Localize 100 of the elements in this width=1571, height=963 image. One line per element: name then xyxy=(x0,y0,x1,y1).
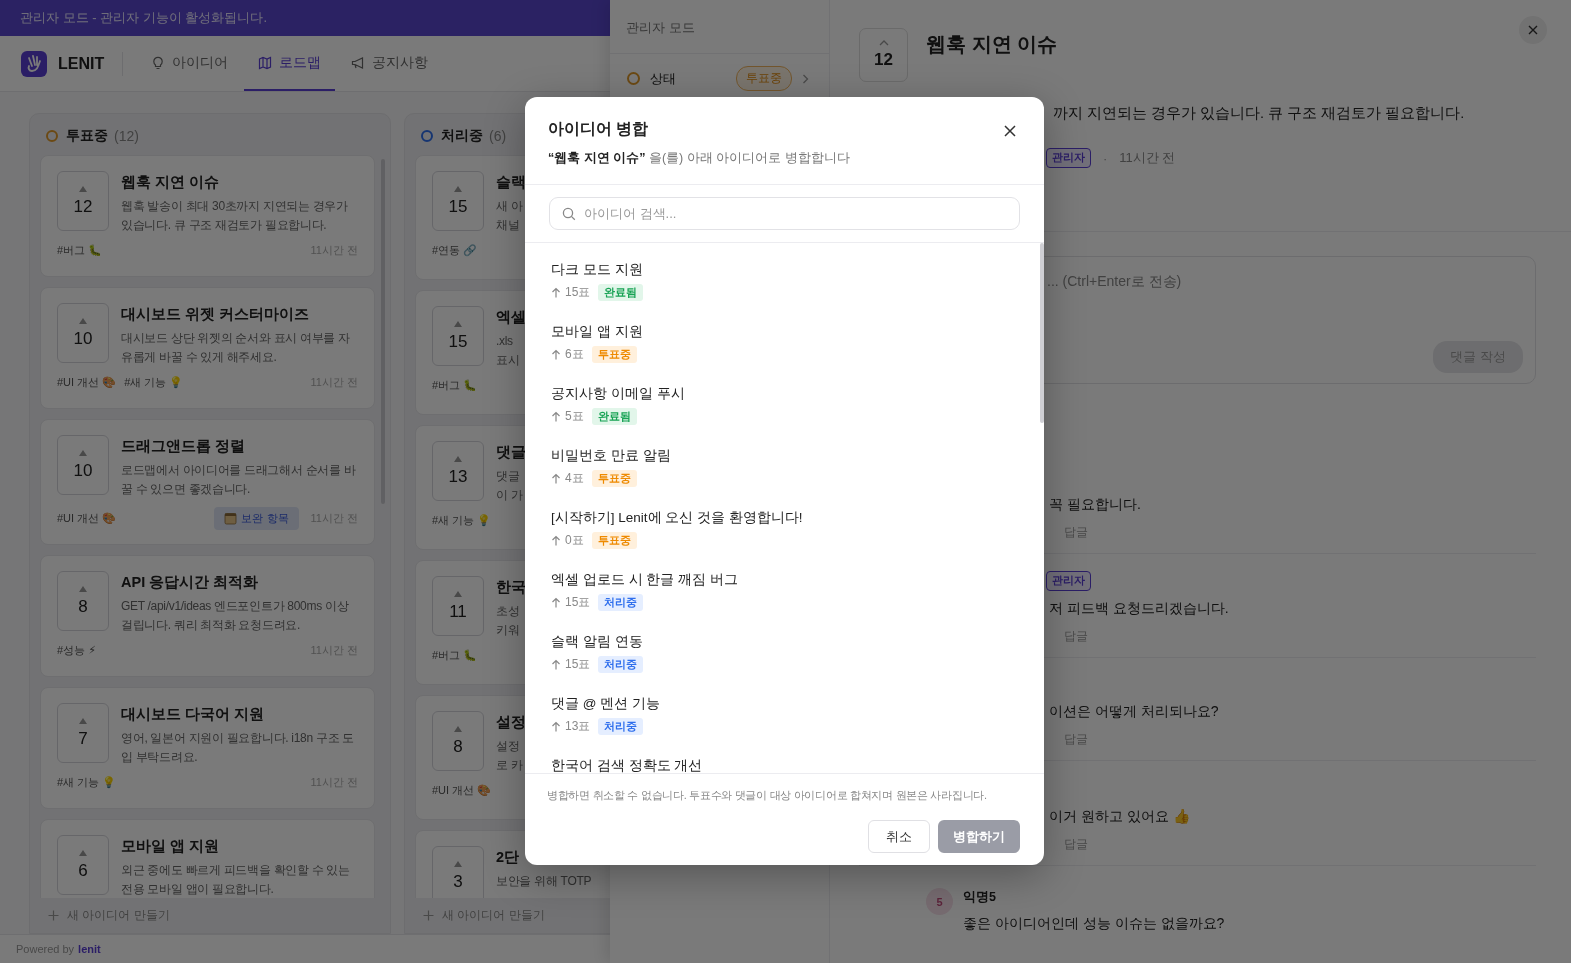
vote-button[interactable]: 15 xyxy=(432,171,484,231)
chevron-icon xyxy=(802,73,809,84)
idea-description: 로드맵에서 아이디어를 드래그해서 순서를 바꿀 수 있으면 좋겠습니다. xyxy=(121,462,357,498)
comment-text: 저 피드백 요청드리겠습니다. xyxy=(1049,599,1230,618)
up-arrow-icon xyxy=(551,659,561,670)
idea-description: 까지 지연되는 경우가 있습니다. 큐 구조 재검토가 필요합니다. xyxy=(1052,104,1466,123)
idea-title: 설정 xyxy=(496,713,526,732)
upvote-icon xyxy=(454,185,462,192)
plus-icon xyxy=(48,910,59,921)
scrollbar-thumb[interactable] xyxy=(1040,243,1044,423)
status-tag: 처리중 xyxy=(598,718,644,735)
idea-description: 로 카 xyxy=(496,757,523,774)
admin-badge: 관리자 xyxy=(1046,571,1091,591)
idea-title: 슬랙 xyxy=(496,173,526,192)
tag: #성능 ⚡ xyxy=(57,643,96,658)
status-ring-icon xyxy=(627,72,640,85)
idea-description: 새 아 xyxy=(496,198,523,215)
tag: #UI 개선 🎨 xyxy=(432,783,492,798)
idea-option[interactable]: 한국어 검색 정확도 개선 xyxy=(525,751,1044,773)
idea-description: 대시보드 상단 위젯의 순서와 표시 여부를 자유롭게 바꿀 수 있게 해주세요. xyxy=(121,330,351,366)
status-tag: 완료됨 xyxy=(598,284,644,301)
vote-button[interactable]: 12 xyxy=(859,28,908,82)
tag: #새 기능 💡 xyxy=(124,375,184,390)
badge-label: 보완 항목 xyxy=(241,511,289,526)
status-row[interactable]: 상태 투표중 xyxy=(610,54,829,103)
idea-description: 초성 xyxy=(496,603,520,620)
upvote-icon xyxy=(454,590,462,597)
author-name: 익명5 xyxy=(963,889,997,906)
up-arrow-icon xyxy=(551,411,561,422)
tag: #UI 개선 🎨 xyxy=(57,375,117,390)
vote-count: 5표 xyxy=(565,408,584,425)
megaphone-icon xyxy=(351,55,366,70)
nav-tab[interactable]: 로드맵 xyxy=(244,36,336,91)
cancel-button[interactable]: 취소 xyxy=(868,820,930,853)
idea-description: 댓글 xyxy=(496,468,520,485)
status-tag: 투표중 xyxy=(591,346,637,363)
brand-name: LENIT xyxy=(58,54,105,73)
vote-button[interactable]: 10 xyxy=(57,303,109,363)
dialog-title: 아이디어 병합 xyxy=(548,119,650,139)
close-icon xyxy=(1004,125,1016,137)
sidebar-title: 관리자 모드 xyxy=(610,0,829,54)
vote-button[interactable]: 8 xyxy=(57,571,109,631)
idea-option[interactable]: 슬랙 알림 연동 15표 처리중 xyxy=(525,627,1044,689)
vote-button[interactable]: 3 xyxy=(432,846,484,898)
comment-text: 좋은 아이디어인데 성능 이슈는 없을까요? xyxy=(963,914,1225,933)
vote-button[interactable]: 10 xyxy=(57,435,109,495)
vote-button[interactable]: 12 xyxy=(57,171,109,231)
vote-count: 0표 xyxy=(565,532,584,549)
idea-description: .xls xyxy=(496,333,513,350)
idea-option[interactable]: [시작하기] Lenit에 오신 것을 환영합니다! 0표 투표중 xyxy=(525,503,1044,565)
idea-option[interactable]: 엑셀 업로드 시 한글 깨짐 버그 15표 처리중 xyxy=(525,565,1044,627)
idea-title: 웹훅 지연 이슈 xyxy=(121,173,220,192)
vote-count: 13표 xyxy=(565,718,591,735)
tag: #버그 🐛 xyxy=(432,378,478,393)
idea-title: 모바일 앱 지원 xyxy=(121,837,220,856)
tag: #버그 🐛 xyxy=(432,648,478,663)
vote-button[interactable]: 8 xyxy=(432,711,484,771)
idea-description: 채널 xyxy=(496,217,520,234)
vote-button[interactable]: 11 xyxy=(432,576,484,636)
vote-button[interactable]: 6 xyxy=(57,835,109,895)
vote-button[interactable]: 15 xyxy=(432,306,484,366)
vote-count: 15표 xyxy=(565,594,591,611)
idea-option[interactable]: 댓글 @ 멘션 기능 13표 처리중 xyxy=(525,689,1044,751)
idea-description: 외근 중에도 빠르게 피드백을 확인할 수 있는 전용 모바일 앱이 필요합니다. xyxy=(121,862,351,898)
idea-description: GET /api/v1/ideas 엔드포인트가 800ms 이상 걸립니다. 쿼리 최적화 요청드려요. xyxy=(121,598,350,634)
vote-button[interactable]: 7 xyxy=(57,703,109,763)
status-tag: 처리중 xyxy=(598,594,644,611)
status-tag: 완료됨 xyxy=(591,408,637,425)
idea-description: 영어, 일본어 지원이 필요합니다. i18n 구조 도입 부탁드려요. xyxy=(121,730,355,766)
map-icon xyxy=(258,55,273,70)
vote-button[interactable]: 13 xyxy=(432,441,484,501)
idea-description: 키워 xyxy=(496,622,520,639)
search-icon xyxy=(562,207,576,221)
idea-option[interactable]: 비밀번호 만료 알림 4표 투표중 xyxy=(525,441,1044,503)
status-tag: 투표중 xyxy=(591,470,637,487)
up-arrow-icon xyxy=(551,535,561,546)
tag: #새 기능 💡 xyxy=(57,775,117,790)
idea-title: 대시보드 위젯 커스터마이즈 xyxy=(121,305,310,324)
nav-tab[interactable]: 공지사항 xyxy=(337,36,443,91)
upvote-icon xyxy=(79,449,87,456)
idea-title: 엑셀 xyxy=(496,308,526,327)
idea-title: 한국 xyxy=(496,578,526,597)
nav-tab[interactable]: 아이디어 xyxy=(137,36,243,91)
dialog-subtitle: “웹훅 지연 이슈” 을(를) 아래 아이디어로 병합합니다 xyxy=(548,150,850,167)
logo-icon xyxy=(21,50,47,77)
upvote-icon xyxy=(454,860,462,867)
idea-description: 표시 xyxy=(496,352,520,369)
search-field[interactable]: 아이디어 검색... xyxy=(549,197,1020,230)
idea-card[interactable]: 6 모바일 앱 지원 외근 중에도 빠르게 피드백을 확인할 수 있는 전용 모바일 앱이 필요합니다. xyxy=(40,819,375,898)
vote-count: 15표 xyxy=(565,656,591,673)
upvote-icon xyxy=(454,455,462,462)
up-arrow-icon xyxy=(551,473,561,484)
column-title: 투표중 xyxy=(66,127,108,145)
status-ring-icon xyxy=(46,130,58,142)
separator: · xyxy=(1103,150,1108,166)
upvote-icon xyxy=(454,320,462,327)
brand-link[interactable]: lenit xyxy=(78,943,101,955)
up-arrow-icon xyxy=(551,597,561,608)
upvote-icon xyxy=(79,317,87,324)
idea-description: 웹훅 발송이 최대 30초까지 지연되는 경우가 있습니다. 큐 구조 재검토가 필요합니다. xyxy=(121,198,349,234)
